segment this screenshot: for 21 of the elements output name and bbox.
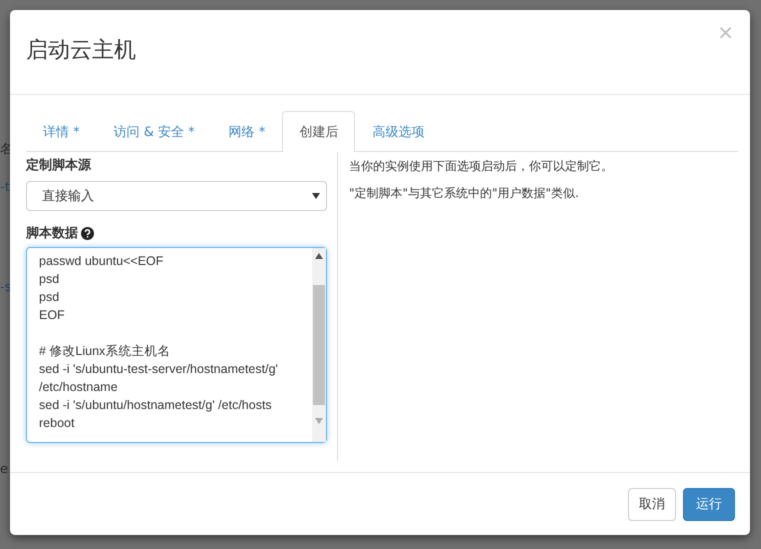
scroll-up-icon[interactable] — [315, 253, 323, 259]
run-button[interactable]: 运行 — [683, 488, 735, 520]
help-text: "定制脚本"与其它系统中的"用户数据"类似. — [349, 185, 580, 202]
tab[interactable]: 网络 * — [212, 111, 282, 152]
background-text: -t — [0, 180, 10, 195]
scroll-down-icon[interactable] — [315, 418, 323, 424]
background-text: e — [0, 462, 8, 477]
dialog-title: 启动云主机 — [26, 37, 136, 65]
field-label: 定制脚本源 — [26, 156, 91, 174]
tab[interactable]: 访问 & 安全 * — [96, 111, 212, 152]
tab[interactable]: 详情 * — [26, 111, 97, 152]
help-icon — [81, 226, 94, 240]
tab[interactable]: 创建后 — [282, 111, 356, 152]
tab[interactable]: 高级选项 — [355, 111, 442, 152]
script-textarea[interactable]: passwd ubuntu<<EOF psd psd EOF # 修改Liunx系统主机名 sed -i 's/ubuntu-test-server/hostnametest/g' /etc/hostname sed -i 's/ubuntu/hostnametest/g' /etc/hosts reboot — [26, 247, 327, 443]
script-source-select[interactable]: 直接输入 — [26, 181, 327, 211]
help-text: 当你的实例使用下面选项启动后，你可以定制它。 — [349, 158, 614, 175]
caret-icon — [312, 193, 320, 199]
scrollbar[interactable] — [312, 248, 326, 442]
cancel-button[interactable]: 取消 — [628, 488, 676, 520]
field-label: 脚本数据 — [26, 225, 78, 242]
